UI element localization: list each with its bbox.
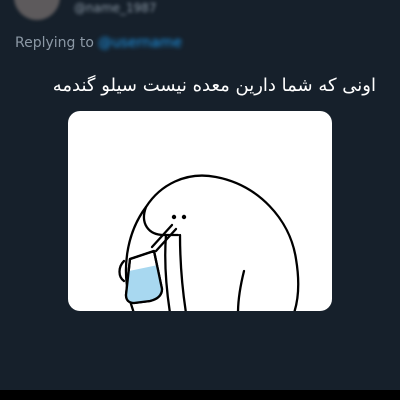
tweet-media-image[interactable] bbox=[68, 111, 332, 311]
user-handle[interactable]: @name_1987 bbox=[74, 1, 157, 15]
tweet-text: اونی که شما دارین معده نیست سیلو گندمه bbox=[52, 75, 376, 96]
hand-outline bbox=[118, 259, 126, 283]
character-arm bbox=[164, 233, 171, 311]
character-body-line bbox=[236, 269, 246, 311]
user-avatar[interactable] bbox=[14, 0, 60, 20]
reply-mention-link[interactable]: @username bbox=[98, 35, 182, 51]
character-left-eye bbox=[171, 214, 177, 220]
character-arm-inner bbox=[178, 233, 187, 311]
cartoon-image bbox=[118, 174, 300, 311]
character-right-eye bbox=[181, 214, 187, 220]
bottom-border bbox=[0, 390, 400, 400]
replying-to-label: Replying to bbox=[15, 35, 94, 51]
replying-to-line: Replying to @username bbox=[15, 35, 182, 51]
